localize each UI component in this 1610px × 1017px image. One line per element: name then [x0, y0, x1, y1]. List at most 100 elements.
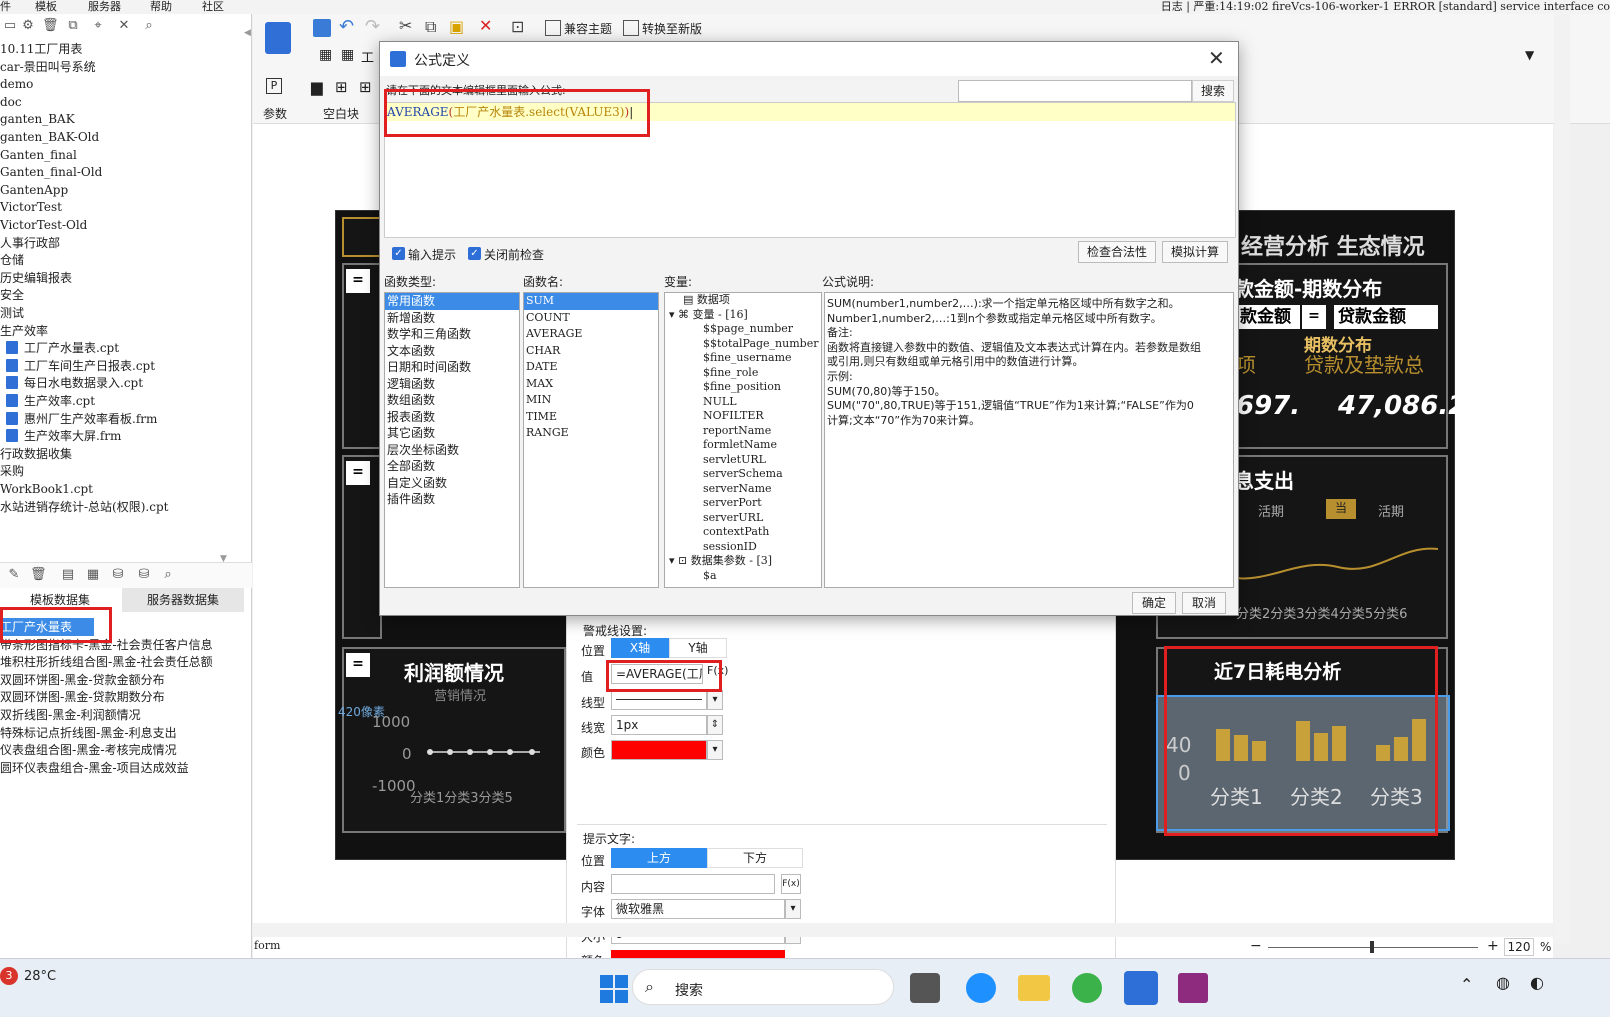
zoom-input[interactable]: 120 [1504, 938, 1534, 956]
delete-icon[interactable]: 🗑 [42, 18, 59, 34]
undo-icon[interactable]: ↶ [339, 16, 354, 37]
zoom-slider-thumb[interactable] [1370, 941, 1374, 953]
dash-panel-left-2[interactable]: = [342, 455, 382, 639]
zoom-out-button[interactable]: − [1250, 938, 1262, 954]
function-name-item[interactable]: MIN [524, 392, 658, 409]
variable-item[interactable]: contextPath [665, 525, 821, 540]
folder-icon[interactable] [1018, 975, 1050, 1001]
dataset-item[interactable]: 仪表盘组合图-黑金-考核完成情况 [0, 741, 177, 759]
copy-icon[interactable]: ⧉ [65, 18, 81, 34]
zoom-in-button[interactable]: + [1487, 938, 1499, 954]
search-button[interactable]: 搜索 [1192, 80, 1234, 102]
function-name-item[interactable]: TIME [524, 409, 658, 426]
input-hint-checkbox[interactable]: ✓ [392, 247, 405, 260]
color-dropdown-icon[interactable]: ▾ [707, 740, 723, 760]
variable-item[interactable]: NOFILTER [665, 409, 821, 424]
vertical-scrollbar[interactable] [1554, 14, 1570, 944]
color-swatch[interactable] [611, 740, 707, 760]
template-folder-item[interactable]: VictorTest [0, 198, 62, 216]
new-folder-icon[interactable]: ▭ [2, 18, 18, 34]
menu-help[interactable]: 帮助 [150, 0, 172, 14]
variable-item[interactable]: $$page_number [665, 322, 821, 337]
status-log[interactable]: 日志 | 严重:14:19:02 fireVcs-106-worker-1 ER… [1161, 0, 1610, 14]
db-link-icon[interactable]: ⛁ [136, 567, 152, 583]
preview-icon[interactable]: ▤ [60, 567, 76, 583]
data-items-node[interactable]: ▤ 数据项 [665, 293, 821, 308]
variable-item[interactable]: serverURL [665, 511, 821, 526]
save-icon[interactable] [313, 19, 331, 37]
param-item[interactable]: $a [665, 569, 821, 584]
function-name-item[interactable]: RANGE [524, 425, 658, 442]
content-field[interactable] [611, 874, 775, 894]
collapse-icon[interactable]: ✕ [116, 18, 132, 34]
line-width-field[interactable]: 1px [611, 715, 707, 735]
y-axis-toggle[interactable]: Y轴 [669, 638, 727, 658]
function-type-item[interactable]: 自定义函数 [385, 475, 519, 492]
variable-item[interactable]: serverPort [665, 496, 821, 511]
variable-item[interactable]: $fine_username [665, 351, 821, 366]
template-folder-item[interactable]: 安全 [0, 286, 24, 304]
block-icon-3[interactable]: ⊞ [359, 78, 372, 96]
template-icon[interactable] [265, 22, 291, 54]
cut-icon[interactable]: ✂ [399, 16, 412, 35]
template-folder-item[interactable]: car-景田叫号系统 [0, 58, 96, 76]
variable-item[interactable]: formletName [665, 438, 821, 453]
menu-file[interactable]: 件 [0, 0, 11, 14]
variable-item[interactable]: serverName [665, 482, 821, 497]
content-fx-button[interactable]: F(x) [781, 874, 801, 894]
close-check-checkbox[interactable]: ✓ [468, 247, 481, 260]
block-icon-2[interactable]: ⊞ [335, 78, 348, 96]
template-folder-item[interactable]: GantenApp [0, 181, 68, 199]
function-name-item[interactable]: AVERAGE [524, 326, 658, 343]
function-name-item[interactable]: DATE [524, 359, 658, 376]
template-folder-item[interactable]: 历史编辑报表 [0, 269, 72, 287]
template-file-item[interactable]: 生产效率大屏.frm [6, 427, 121, 445]
template-folder-item[interactable]: 人事行政部 [0, 234, 60, 252]
template-file-item[interactable]: 工厂车间生产日报表.cpt [6, 357, 155, 375]
speaker-icon[interactable]: ◐ [1530, 973, 1544, 992]
template-folder-item[interactable]: 生产效率 [0, 322, 48, 340]
line-type-dropdown-icon[interactable]: ▾ [707, 690, 723, 710]
variable-item[interactable]: sessionID [665, 540, 821, 555]
pos-bottom-toggle[interactable]: 下方 [707, 848, 803, 868]
variable-tree[interactable]: ▤ 数据项 ▾ ⌘ 变量 - [16] $$page_number $$totalPa… [664, 292, 822, 588]
template-folder-item[interactable]: 采购 [0, 462, 24, 480]
tray-up-icon[interactable]: ⌃ [1460, 975, 1473, 994]
taskbar-search[interactable]: ⌕ 搜索 [632, 969, 894, 1005]
template-file-item[interactable]: 工厂产水量表.cpt [6, 339, 119, 357]
dash-header-left[interactable] [342, 217, 382, 257]
variable-item[interactable]: $fine_role [665, 366, 821, 381]
compat-theme-button[interactable]: 兼容主题 [545, 20, 612, 37]
function-type-item[interactable]: 新增函数 [385, 310, 519, 327]
dataset-item[interactable]: 双折线图-黑金-利润额情况 [0, 706, 141, 724]
table-icon[interactable]: ▦ [341, 47, 354, 63]
locate-icon[interactable]: ⌖ [90, 18, 106, 34]
dataset-item[interactable]: 堆积柱形折线组合图-黑金-社会责任总额 [0, 653, 213, 671]
tab-server-dataset[interactable]: 服务器数据集 [122, 588, 244, 612]
template-folder-item[interactable]: Ganten_final-Old [0, 163, 102, 181]
function-name-item[interactable]: COUNT [524, 310, 658, 327]
dataset-item[interactable]: 圆环仪表盘组合-黑金-项目达成效益 [0, 759, 189, 777]
db-icon[interactable]: ⛁ [110, 567, 126, 583]
convert-new-button[interactable]: 转换至新版 [623, 20, 702, 37]
close-icon[interactable]: ✕ [1208, 46, 1225, 70]
horizontal-scrollbar[interactable] [253, 923, 1553, 937]
dataset-item[interactable]: 双圆环饼图-黑金-贷款期数分布 [0, 688, 165, 706]
template-folder-item[interactable]: WorkBook1.cpt [0, 480, 93, 498]
param-icon[interactable]: P [266, 78, 282, 94]
menu-server[interactable]: 服务器 [88, 0, 121, 14]
line-type-select[interactable] [611, 690, 707, 710]
function-name-list[interactable]: SUM COUNT AVERAGE CHAR DATE MAX MIN TIME RANGE [523, 292, 659, 588]
redo-icon[interactable]: ↷ [365, 16, 380, 37]
wechat-icon[interactable] [1072, 973, 1102, 1003]
paste-icon[interactable]: ▣ [449, 17, 464, 36]
x-axis-toggle[interactable]: X轴 [611, 638, 669, 658]
edit-icon[interactable]: ⚙ [20, 18, 36, 34]
preview-icon[interactable]: ⊡ [511, 17, 524, 36]
dataset-item[interactable]: 双圆环饼图-黑金-贷款金额分布 [0, 671, 165, 689]
template-folder-item[interactable]: 测试 [0, 304, 24, 322]
validate-button[interactable]: 检查合法性 [1078, 241, 1156, 263]
template-folder-item[interactable]: ganten_BAK [0, 110, 75, 128]
weather-text[interactable]: 28°C [24, 969, 56, 984]
template-folder-item[interactable]: 仓储 [0, 251, 24, 269]
